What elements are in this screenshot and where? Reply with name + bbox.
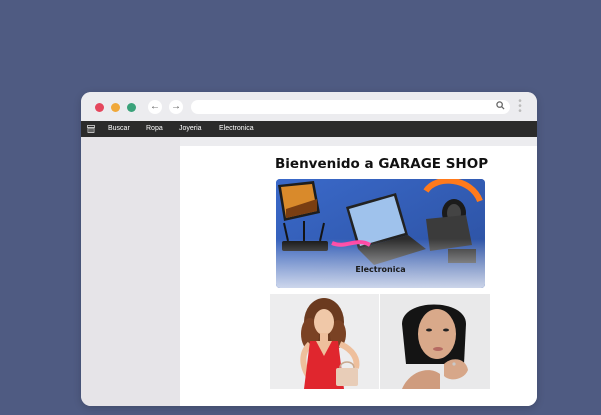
banner-label: Electronica xyxy=(355,265,406,274)
woman-red-dress-photo xyxy=(270,294,379,389)
woman-jewelry-photo xyxy=(380,294,490,389)
nav-item-buscar[interactable]: Buscar xyxy=(108,125,130,133)
browser-toolbar: ← → • • • xyxy=(81,92,537,122)
gallery-photo-2[interactable] xyxy=(380,294,490,389)
nav-item-joyeria[interactable]: Joyeria xyxy=(179,125,202,133)
maximize-window-button[interactable] xyxy=(127,103,136,112)
main-content: Bienvenido a GARAGE SHOP Electronica xyxy=(180,146,537,406)
nav-item-ropa[interactable]: Ropa xyxy=(146,125,163,133)
gallery-photo-1[interactable] xyxy=(270,294,379,389)
page-title: Bienvenido a GARAGE SHOP xyxy=(275,156,489,172)
close-window-button[interactable] xyxy=(95,103,104,112)
site-navbar: Buscar Ropa Joyeria Electronica xyxy=(81,121,537,137)
browser-window: ← → • • • Buscar Ropa Joyeria Electronica … xyxy=(81,92,537,406)
arrow-right-icon[interactable]: → xyxy=(169,100,183,114)
search-icon[interactable] xyxy=(496,101,505,113)
nav-item-electronica[interactable]: Electronica xyxy=(219,125,254,133)
address-bar[interactable] xyxy=(191,100,510,114)
arrow-left-icon[interactable]: ← xyxy=(148,100,162,114)
minimize-window-button[interactable] xyxy=(111,103,120,112)
store-icon[interactable] xyxy=(87,125,95,135)
electronics-banner[interactable]: Electronica xyxy=(276,179,485,288)
kebab-menu-icon[interactable]: • • • xyxy=(518,97,522,117)
left-sidebar xyxy=(81,137,180,406)
